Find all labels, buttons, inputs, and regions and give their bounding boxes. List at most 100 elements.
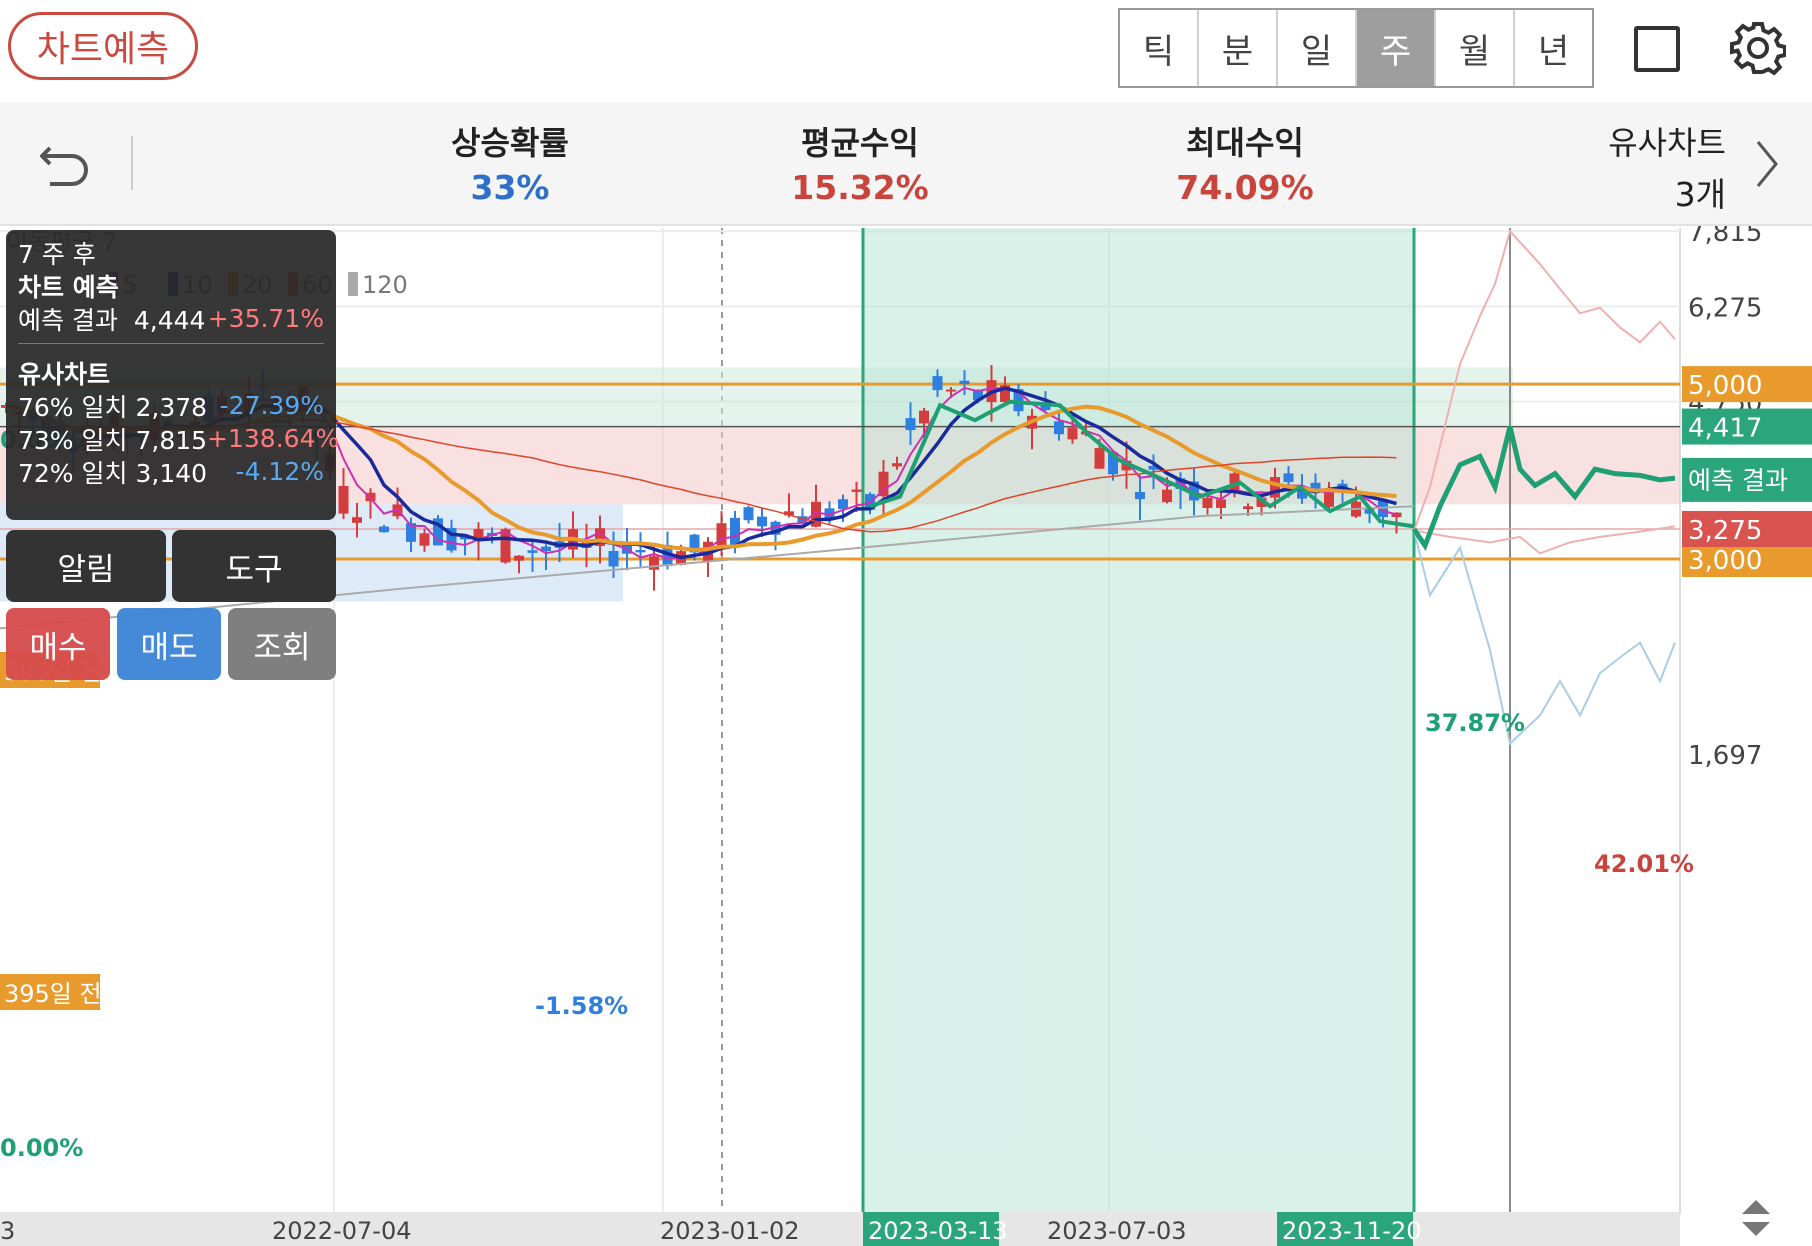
percent-annotation: 37.87% — [1425, 709, 1525, 737]
candle-body — [1094, 448, 1105, 469]
candle-body — [716, 523, 727, 548]
undo-icon[interactable] — [36, 130, 96, 190]
candle-body — [1243, 506, 1253, 510]
match-label: 72% 일치 — [18, 458, 128, 488]
layout-square-icon[interactable] — [1634, 26, 1680, 72]
price-level-tag-text: 5,000 — [1688, 371, 1762, 401]
panel-separator — [18, 343, 324, 344]
candle-body — [838, 499, 848, 509]
candle-body — [338, 486, 349, 514]
date-tick-label: 2023-01-02 — [660, 1217, 799, 1245]
price-tick-label: 6,275 — [1688, 293, 1762, 323]
forecast-value: 4,444 — [133, 305, 206, 335]
candle-body — [379, 526, 389, 533]
match-row: 73% 일치 7,815 +138.64% — [18, 422, 339, 455]
candle-body — [919, 410, 929, 424]
date-tick-label: 3 — [0, 1217, 15, 1245]
period-tab-year[interactable]: 년 — [1515, 10, 1592, 86]
match-value: 3,140 — [135, 458, 208, 488]
match-row: 72% 일치 3,140 -4.12% — [18, 455, 324, 488]
similar-charts-count: 3개 — [1674, 175, 1726, 214]
candle-body — [959, 380, 970, 385]
price-tick-label: 7,815 — [1688, 226, 1762, 248]
forecast-change: +35.71% — [207, 304, 324, 333]
top-bar: 차트예측 틱 분 일 주 월 년 — [0, 0, 1812, 100]
percent-annotation: -1.58% — [535, 992, 628, 1020]
candle-body — [1216, 499, 1226, 508]
candle-body — [743, 507, 754, 521]
date-axis-background — [0, 1212, 1680, 1246]
date-tick-label: 2023-11-20 — [1282, 1217, 1421, 1245]
max-return-value: 74.09% — [1176, 168, 1314, 207]
price-level-tag-text: 3,000 — [1688, 546, 1762, 576]
period-tab-tick[interactable]: 틱 — [1120, 10, 1199, 86]
similar-charts-stat[interactable]: 유사차트 3개 — [1580, 118, 1726, 216]
rise-probability-value: 33% — [470, 168, 550, 207]
period-tab-week[interactable]: 주 — [1357, 10, 1436, 86]
similar-section-title: 유사차트 — [18, 356, 324, 389]
period-tab-day[interactable]: 일 — [1278, 10, 1357, 86]
percent-annotation: 0.00% — [0, 1134, 83, 1162]
ma-legend-period: 120 — [362, 271, 408, 299]
match-change: -4.12% — [235, 457, 324, 486]
period-tab-month[interactable]: 월 — [1436, 10, 1515, 86]
candle-body — [1202, 497, 1213, 508]
candle-body — [419, 533, 430, 546]
date-tick-label: 2022-07-04 — [272, 1217, 411, 1245]
period-tab-minute[interactable]: 분 — [1199, 10, 1278, 86]
match-change: -27.39% — [219, 391, 324, 420]
ma-legend-swatch — [348, 272, 358, 296]
candle-body — [635, 549, 646, 553]
candle-body — [649, 556, 659, 570]
candle-body — [608, 551, 619, 567]
buy-button[interactable]: 매수 — [6, 608, 110, 680]
candle-body — [1067, 427, 1078, 440]
candle-body — [527, 550, 538, 553]
forecast-title: 차트 예측 — [18, 272, 119, 302]
candle-body — [1162, 489, 1172, 503]
rise-probability-label: 상승확률 — [451, 124, 569, 162]
stats-divider — [131, 136, 133, 190]
candle-body — [1283, 473, 1294, 483]
match-label: 76% 일치 — [18, 392, 128, 422]
candle-body — [892, 463, 902, 467]
similar-charts-label: 유사차트 — [1608, 124, 1726, 162]
candle-body — [352, 517, 362, 523]
candle-body — [851, 489, 862, 492]
match-value: 2,378 — [135, 392, 208, 422]
chevron-right-icon[interactable] — [1752, 136, 1782, 192]
price-tick-label: 1,697 — [1688, 741, 1762, 771]
candle-body — [905, 418, 916, 431]
alert-button[interactable]: 알림 — [6, 530, 166, 602]
chart-predict-button[interactable]: 차트예측 — [8, 12, 198, 80]
horizon-row: 7 주 후 — [18, 236, 324, 269]
candle-body — [514, 555, 524, 561]
zone-days-tag-text: 395일 전 — [4, 980, 102, 1008]
price-level-tag-text: 3,275 — [1688, 516, 1762, 546]
tools-button[interactable]: 도구 — [172, 530, 336, 602]
average-return-value: 15.32% — [791, 168, 929, 207]
period-tabs: 틱 분 일 주 월 년 — [1118, 8, 1594, 88]
similar-period-highlight — [863, 228, 1414, 1214]
horizon-label: 7 주 후 — [18, 239, 96, 269]
gear-icon[interactable] — [1730, 20, 1786, 76]
similar-title: 유사차트 — [18, 359, 111, 389]
rise-probability-stat: 상승확률 33% — [420, 118, 600, 207]
forecast-section-title: 차트 예측 — [18, 269, 324, 302]
price-level-tag-text: 4,417 — [1688, 414, 1762, 444]
max-return-stat: 최대수익 74.09% — [1160, 118, 1330, 207]
match-label: 73% 일치 — [18, 425, 128, 455]
date-tick-label: 2023-03-13 — [868, 1217, 1007, 1245]
average-return-stat: 평균수익 15.32% — [780, 118, 940, 207]
forecast-result-tag-text: 예측 결과 — [1688, 466, 1788, 495]
average-return-label: 평균수익 — [801, 124, 919, 162]
prediction-info-panel: 7 주 후 차트 예측 예측 결과 4,444 +35.71% 유사차트 76%… — [6, 230, 339, 520]
forecast-row: 예측 결과 4,444 +35.71% — [18, 302, 324, 335]
percent-annotation: 42.01% — [1594, 850, 1694, 878]
candle-body — [1054, 421, 1064, 435]
match-change: +138.64% — [207, 424, 340, 453]
inquiry-button[interactable]: 조회 — [228, 608, 336, 680]
sell-button[interactable]: 매도 — [117, 608, 221, 680]
candle-body — [757, 516, 767, 527]
candle-body — [730, 517, 740, 545]
